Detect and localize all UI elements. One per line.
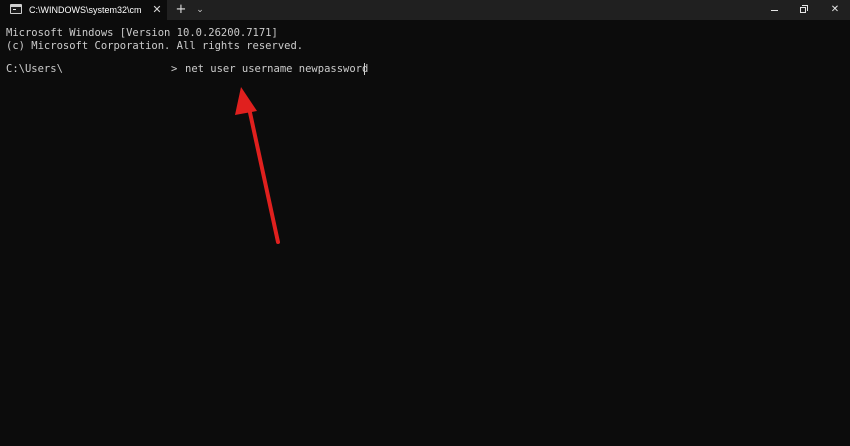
close-tab-icon[interactable]: ✕ <box>149 2 165 18</box>
command-input[interactable]: net user username newpassword <box>185 62 368 76</box>
restore-button[interactable] <box>789 0 819 20</box>
minimize-icon <box>771 10 778 11</box>
minimize-button[interactable] <box>760 0 790 20</box>
restore-icon-front <box>800 7 806 13</box>
prompt-symbol: > <box>171 63 178 75</box>
version-line: Microsoft Windows [Version 10.0.26200.71… <box>6 27 278 39</box>
new-tab-button[interactable]: + <box>172 1 190 19</box>
text-cursor <box>364 63 365 75</box>
copyright-line: (c) Microsoft Corporation. All rights re… <box>6 40 304 52</box>
title-bar: C:\WINDOWS\system32\cmd. ✕ + ⌄ ✕ <box>0 0 850 20</box>
chevron-down-icon[interactable]: ⌄ <box>193 1 207 19</box>
terminal-icon <box>10 4 22 14</box>
close-window-button[interactable]: ✕ <box>820 0 850 20</box>
terminal-output[interactable]: Microsoft Windows [Version 10.0.26200.71… <box>0 20 850 446</box>
prompt-path: C:\Users\ <box>6 63 63 75</box>
tab-cmd[interactable]: C:\WINDOWS\system32\cmd. ✕ <box>0 0 167 20</box>
tab-title: C:\WINDOWS\system32\cmd. <box>29 5 141 15</box>
